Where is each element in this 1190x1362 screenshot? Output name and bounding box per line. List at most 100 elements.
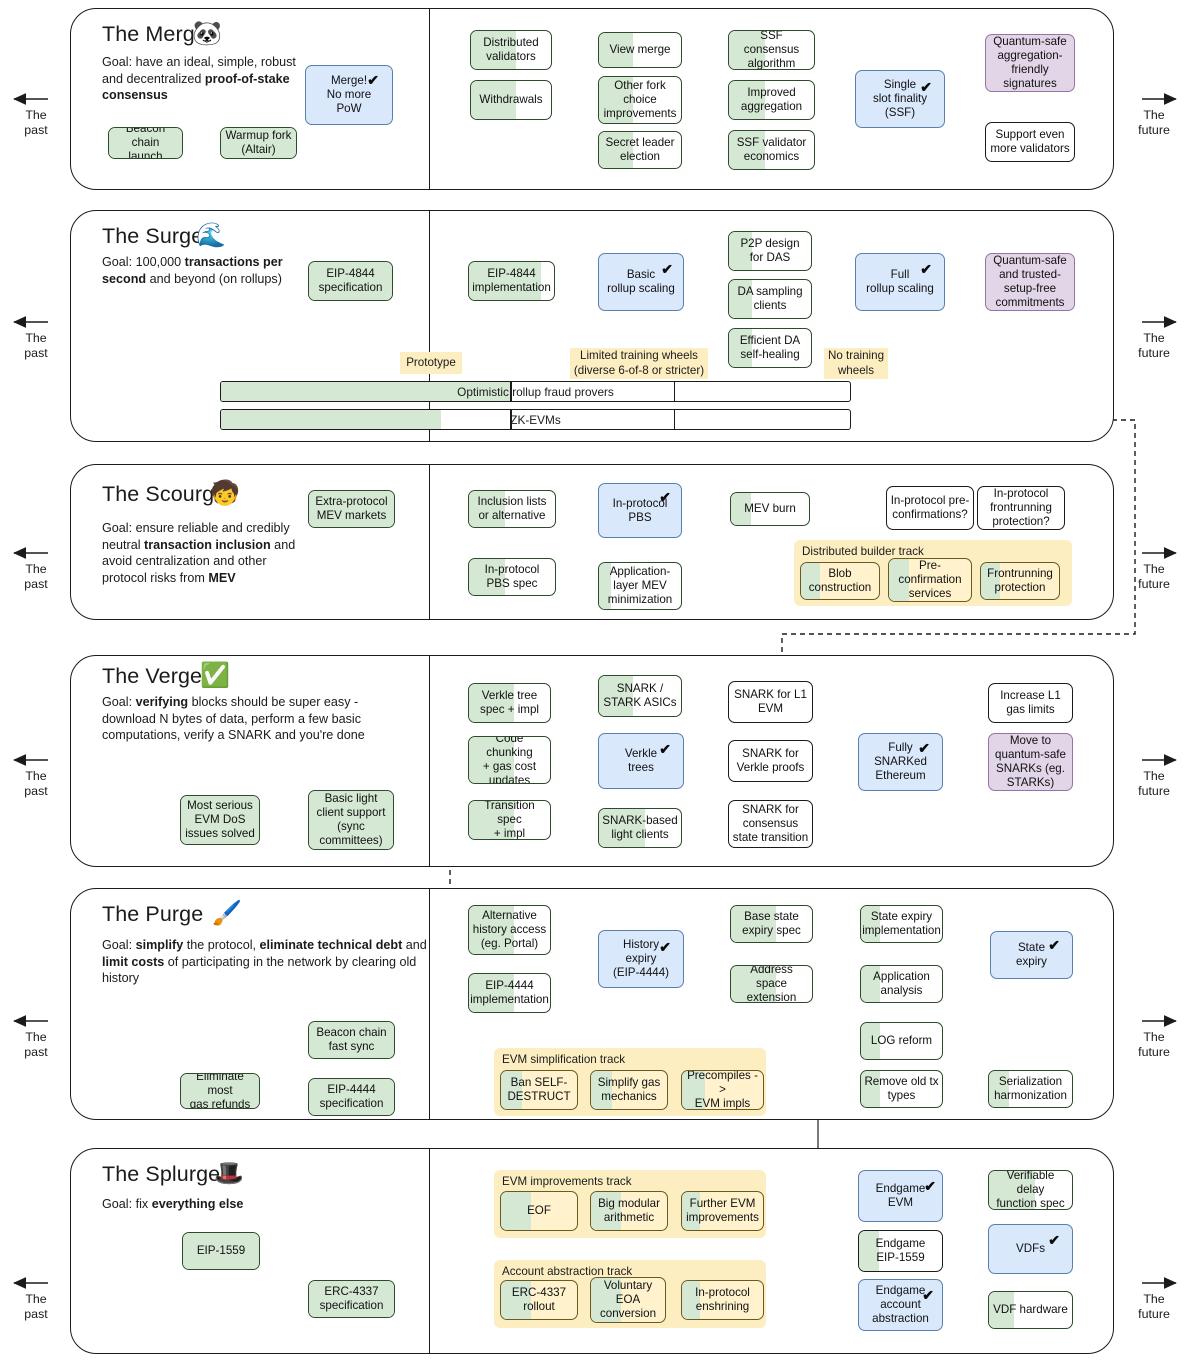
node-alternative-history-access[interactable]: Alternative history access (eg. Portal) bbox=[468, 905, 551, 955]
node-big-modular-arithmetic[interactable]: Big modular arithmetic bbox=[590, 1191, 668, 1231]
node-snark-for-verkle-proofs[interactable]: SNARK for Verkle proofs bbox=[728, 740, 813, 782]
node-eip4844-specification[interactable]: EIP-4844 specification bbox=[308, 261, 393, 301]
node-preconfirmation-services[interactable]: Pre- confirmation services bbox=[888, 558, 972, 602]
node-fully-snarked-ethereum[interactable]: Fully SNARKed Ethereum ✔ bbox=[858, 733, 943, 791]
node-log-reform[interactable]: LOG reform bbox=[860, 1022, 943, 1060]
node-eip4844-implementation[interactable]: EIP-4844 implementation bbox=[468, 261, 555, 301]
node-verifiable-delay-function-spec[interactable]: Verifiable delay function spec bbox=[988, 1170, 1073, 1210]
node-da-sampling-clients[interactable]: DA sampling clients bbox=[728, 279, 812, 319]
check-icon: ✔ bbox=[920, 262, 932, 276]
section-goal-splurge: Goal: fix everything else bbox=[102, 1196, 362, 1213]
node-p2p-design-for-das[interactable]: P2P design for DAS bbox=[728, 231, 812, 271]
node-in-protocol-pbs-spec[interactable]: In-protocol PBS spec bbox=[468, 558, 556, 596]
node-in-protocol-enshrining[interactable]: In-protocol enshrining bbox=[681, 1280, 764, 1320]
node-frontrunning-protection[interactable]: Frontrunning protection bbox=[980, 562, 1060, 600]
node-eof[interactable]: EOF bbox=[500, 1191, 578, 1231]
node-in-protocol-preconfirmations[interactable]: In-protocol pre- confirmations? bbox=[886, 486, 974, 530]
node-beacon-chain-fast-sync[interactable]: Beacon chain fast sync bbox=[308, 1021, 395, 1059]
node-efficient-da-self-healing[interactable]: Efficient DA self-healing bbox=[728, 328, 812, 368]
node-verkle-trees[interactable]: Verkle trees ✔ bbox=[598, 733, 684, 789]
node-ban-selfdestruct[interactable]: Ban SELF- DESTRUCT bbox=[500, 1070, 578, 1110]
edge-past-surge: The past bbox=[6, 328, 66, 361]
node-precompiles-evm-impls[interactable]: Precompiles -> EVM impls bbox=[681, 1070, 764, 1110]
node-further-evm-improvements[interactable]: Further EVM improvements bbox=[681, 1191, 764, 1231]
node-snark-based-light-clients[interactable]: SNARK-based light clients bbox=[598, 808, 682, 848]
node-warmup-fork[interactable]: Warmup fork (Altair) bbox=[220, 127, 297, 159]
node-transition-spec[interactable]: Transition spec + impl bbox=[468, 800, 551, 840]
node-ssf-consensus-algorithm[interactable]: SSF consensus algorithm bbox=[728, 30, 815, 70]
edge-future-verge: The future bbox=[1124, 766, 1184, 799]
node-beacon-chain-launch[interactable]: Beacon chain launch bbox=[108, 127, 183, 159]
edge-future-purge: The future bbox=[1124, 1027, 1184, 1060]
node-support-more-validators[interactable]: Support even more validators bbox=[985, 122, 1075, 162]
node-extra-protocol-mev-markets[interactable]: Extra-protocol MEV markets bbox=[308, 490, 395, 528]
node-most-serious-evm-dos[interactable]: Most serious EVM DoS issues solved bbox=[180, 795, 260, 845]
node-move-to-quantum-safe-snarks[interactable]: Move to quantum-safe SNARKs (eg. STARKs) bbox=[988, 733, 1073, 791]
section-title-scourge: The Scourge bbox=[102, 482, 226, 507]
node-in-protocol-frontrunning-protection[interactable]: In-protocol frontrunning protection? bbox=[977, 486, 1065, 530]
node-endgame-eip-1559[interactable]: Endgame EIP-1559 bbox=[858, 1230, 943, 1272]
node-basic-rollup-scaling[interactable]: Basic rollup scaling ✔ bbox=[598, 253, 684, 311]
track-label-evm-improvements: EVM improvements track bbox=[502, 1175, 632, 1188]
node-snark-for-l1-evm[interactable]: SNARK for L1 EVM bbox=[728, 681, 813, 723]
node-basic-light-client-support[interactable]: Basic light client support (sync committ… bbox=[308, 790, 394, 850]
node-serialization-harmonization[interactable]: Serialization harmonization bbox=[988, 1070, 1073, 1108]
node-in-protocol-pbs[interactable]: In-protocol PBS ✔ bbox=[598, 483, 682, 538]
node-application-analysis[interactable]: Application analysis bbox=[860, 965, 943, 1003]
node-erc-4337-specification[interactable]: ERC-4337 specification bbox=[308, 1280, 395, 1318]
node-mev-burn[interactable]: MEV burn bbox=[730, 492, 810, 526]
track-label-evm-simplification: EVM simplification track bbox=[502, 1053, 625, 1066]
node-secret-leader-election[interactable]: Secret leader election bbox=[598, 131, 682, 169]
node-voluntary-eoa-conversion[interactable]: Voluntary EOA conversion bbox=[590, 1277, 666, 1323]
node-withdrawals[interactable]: Withdrawals bbox=[470, 80, 552, 120]
node-eip4444-specification[interactable]: EIP-4444 specification bbox=[308, 1078, 395, 1116]
node-endgame-account-abstraction[interactable]: Endgame account abstraction ✔ bbox=[858, 1279, 943, 1331]
node-eip-1559[interactable]: EIP-1559 bbox=[182, 1232, 260, 1270]
node-eliminate-gas-refunds[interactable]: Eliminate most gas refunds bbox=[180, 1073, 260, 1109]
check-icon: ✔ bbox=[920, 80, 932, 94]
node-state-expiry-implementation[interactable]: State expiry implementation bbox=[860, 905, 943, 943]
node-view-merge[interactable]: View merge bbox=[598, 32, 682, 68]
node-verkle-tree-spec[interactable]: Verkle tree spec + impl bbox=[468, 683, 551, 723]
node-address-space-extension[interactable]: Address space extension bbox=[730, 965, 813, 1003]
check-icon: ✔ bbox=[922, 1288, 934, 1302]
node-single-slot-finality[interactable]: Single slot finality (SSF) ✔ bbox=[855, 70, 945, 128]
check-icon: ✔ bbox=[924, 1179, 936, 1193]
node-remove-old-tx-types[interactable]: Remove old tx types bbox=[860, 1070, 943, 1108]
node-snark-for-consensus-state-transition[interactable]: SNARK for consensus state transition bbox=[728, 800, 813, 848]
node-other-fork-choice[interactable]: Other fork choice improvements bbox=[598, 76, 682, 124]
node-merge[interactable]: Merge! No more PoW ✔ bbox=[305, 65, 393, 125]
tag-no-training-wheels: No training wheels bbox=[824, 348, 888, 379]
node-state-expiry[interactable]: State expiry ✔ bbox=[990, 931, 1073, 979]
node-simplify-gas-mechanics[interactable]: Simplify gas mechanics bbox=[590, 1070, 668, 1110]
node-code-chunking[interactable]: Code chunking + gas cost updates bbox=[468, 736, 551, 784]
node-history-expiry[interactable]: History expiry (EIP-4444) ✔ bbox=[598, 930, 684, 988]
section-goal-scourge: Goal: ensure reliable and credibly neutr… bbox=[102, 520, 302, 586]
node-ssf-validator-economics[interactable]: SSF validator economics bbox=[728, 130, 815, 170]
node-improved-aggregation[interactable]: Improved aggregation bbox=[728, 80, 815, 120]
edge-future-scourge: The future bbox=[1124, 559, 1184, 592]
section-goal-merge: Goal: have an ideal, simple, robust and … bbox=[102, 54, 320, 104]
node-full-rollup-scaling[interactable]: Full rollup scaling ✔ bbox=[855, 253, 945, 311]
node-increase-l1-gas-limits[interactable]: Increase L1 gas limits bbox=[988, 683, 1073, 723]
node-base-state-expiry-spec[interactable]: Base state expiry spec bbox=[730, 905, 813, 943]
section-title-surge: The Surge bbox=[102, 224, 203, 249]
check-icon: ✔ bbox=[659, 490, 671, 504]
node-quantum-safe-signatures[interactable]: Quantum-safe aggregation- friendly signa… bbox=[985, 34, 1075, 92]
node-snark-stark-asics[interactable]: SNARK / STARK ASICs bbox=[598, 675, 682, 717]
wave-icon: 🌊 bbox=[196, 224, 226, 248]
node-distributed-validators[interactable]: Distributed validators bbox=[470, 30, 552, 70]
node-vdfs[interactable]: VDFs ✔ bbox=[988, 1224, 1073, 1274]
node-vdf-hardware[interactable]: VDF hardware bbox=[988, 1291, 1073, 1329]
section-title-purge: The Purge bbox=[102, 902, 203, 927]
edge-past-verge: The past bbox=[6, 766, 66, 799]
node-endgame-evm[interactable]: Endgame EVM ✔ bbox=[858, 1170, 943, 1222]
node-eip4444-implementation[interactable]: EIP-4444 implementation bbox=[468, 973, 551, 1013]
checkmark-icon: ✅ bbox=[200, 664, 230, 688]
node-quantum-safe-commitments[interactable]: Quantum-safe and trusted- setup-free com… bbox=[985, 253, 1075, 311]
tag-limited-training-wheels: Limited training wheels (diverse 6-of-8 … bbox=[570, 348, 708, 379]
node-erc-4337-rollout[interactable]: ERC-4337 rollout bbox=[500, 1280, 578, 1320]
node-inclusion-lists[interactable]: Inclusion lists or alternative bbox=[468, 490, 556, 528]
node-blob-construction[interactable]: Blob construction bbox=[800, 562, 880, 600]
node-application-layer-mev-minimization[interactable]: Application- layer MEV minimization bbox=[598, 562, 682, 610]
